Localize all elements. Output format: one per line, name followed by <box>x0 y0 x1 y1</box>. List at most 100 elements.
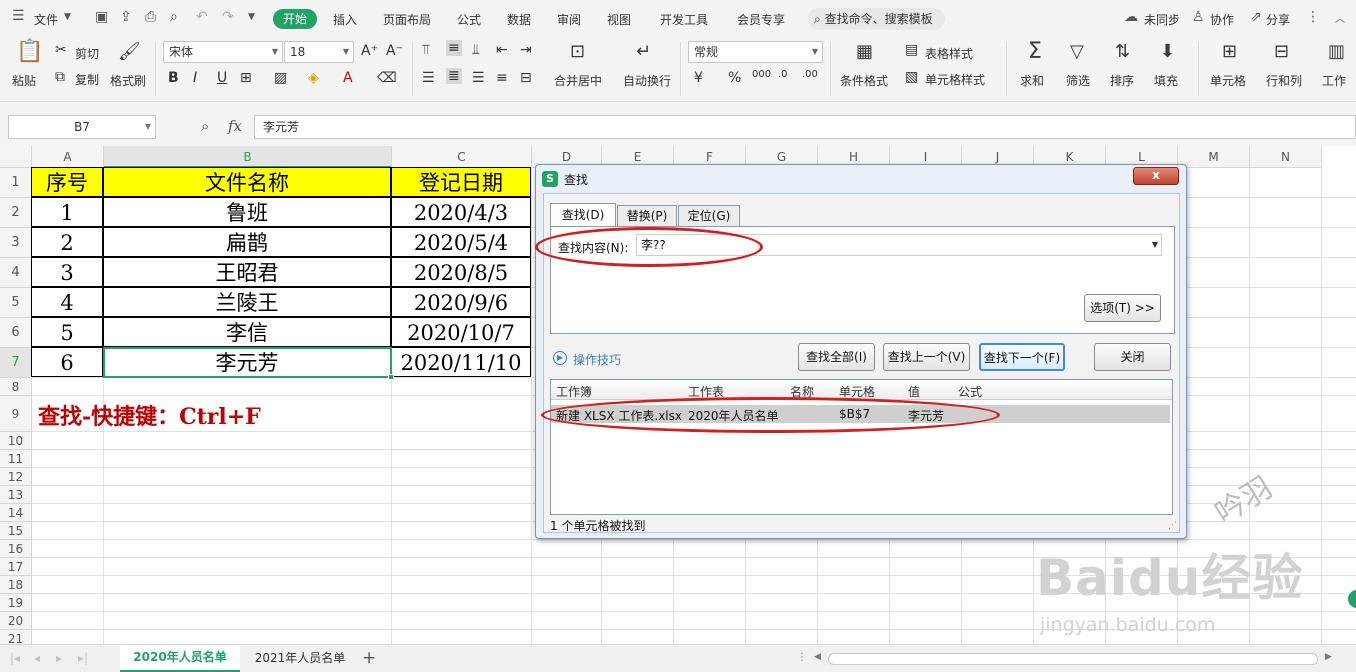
tab-home[interactable]: 开始 <box>273 9 317 29</box>
tab-review[interactable]: 审阅 <box>557 11 581 28</box>
select-all-corner[interactable] <box>0 146 32 168</box>
clear-format-icon[interactable]: ⌫ <box>377 70 397 86</box>
tab-member[interactable]: 会员专享 <box>737 11 785 28</box>
zoom-icon[interactable]: ⌕ <box>201 117 209 135</box>
cloud-sync-icon[interactable]: ☁ <box>1124 9 1138 25</box>
export-icon[interactable]: ⇪ <box>120 9 132 25</box>
format-painter-button[interactable]: 格式刷 <box>110 72 146 89</box>
scroll-right-icon[interactable]: ▶ <box>1325 652 1332 662</box>
merge-center-button[interactable]: 合并居中 <box>554 72 602 89</box>
header-cell[interactable]: 文件名称 <box>103 167 391 197</box>
data-cell[interactable]: 2020/4/3 <box>391 197 531 227</box>
sheet-tab-2020[interactable]: 2020年人员名单 <box>120 645 240 672</box>
data-cell[interactable]: 2020/11/10 <box>391 347 531 377</box>
fx-icon[interactable]: fx <box>228 117 242 135</box>
table-style-button[interactable]: 表格样式 <box>925 45 973 62</box>
cell-style-button[interactable]: 单元格样式 <box>925 71 985 88</box>
dialog-close-action-button[interactable]: 关闭 <box>1094 343 1171 371</box>
resize-grip-icon[interactable]: ⋰ <box>1168 521 1177 531</box>
sync-status[interactable]: 未同步 <box>1144 11 1180 28</box>
row-header-21[interactable]: 21 <box>0 630 32 644</box>
decrease-indent-icon[interactable]: ⇤ <box>496 42 508 58</box>
tab-page-layout[interactable]: 页面布局 <box>383 11 431 28</box>
more-options-icon[interactable]: ⋮ <box>1306 9 1320 25</box>
row-header-2[interactable]: 2 <box>0 198 32 228</box>
print-preview-icon[interactable]: ⌕ <box>170 9 178 25</box>
col-formula[interactable]: 公式 <box>958 383 982 400</box>
table-style-icon[interactable]: ▤ <box>905 42 918 58</box>
undo-icon[interactable]: ↶ <box>196 9 208 25</box>
italic-icon[interactable]: I <box>193 70 197 86</box>
align-middle-icon[interactable]: ≡ <box>446 40 462 56</box>
share-icon[interactable]: ⇗ <box>1250 9 1262 25</box>
fill-icon[interactable]: ⬇ <box>1160 42 1175 62</box>
row-header-17[interactable]: 17 <box>0 558 32 576</box>
row-header-4[interactable]: 4 <box>0 258 32 288</box>
fill-handle[interactable] <box>388 374 394 380</box>
increase-indent-icon[interactable]: ⇥ <box>520 42 532 58</box>
distributed-icon[interactable]: ⊟ <box>520 70 532 86</box>
last-sheet-icon[interactable]: ▸| <box>78 651 88 665</box>
header-cell[interactable]: 序号 <box>31 167 103 197</box>
fill-color-icon[interactable]: ◈ <box>308 70 319 86</box>
cell-style-icon[interactable]: ▧ <box>905 69 918 85</box>
sum-icon[interactable]: Σ <box>1028 41 1042 63</box>
data-cell[interactable]: 1 <box>31 197 103 227</box>
row-header-1[interactable]: 1 <box>0 168 32 198</box>
formula-input[interactable]: 李元芳 <box>254 115 1356 139</box>
row-header-15[interactable]: 15 <box>0 522 32 540</box>
data-cell[interactable]: 4 <box>31 287 103 317</box>
tab-insert[interactable]: 插入 <box>333 11 357 28</box>
shortcut-note[interactable]: 查找-快捷键：Ctrl+F <box>38 399 261 431</box>
data-cell[interactable]: 2 <box>31 227 103 257</box>
paste-icon[interactable]: 📋 <box>16 41 43 63</box>
collapse-ribbon-icon[interactable]: ︿ <box>1335 10 1345 25</box>
horizontal-scrollbar[interactable] <box>828 653 1318 665</box>
col-value[interactable]: 值 <box>908 383 920 400</box>
increase-decimal-icon[interactable]: .0 <box>778 69 788 80</box>
name-box[interactable]: B7 ▼ <box>8 115 156 139</box>
currency-icon[interactable]: ¥ <box>694 70 703 86</box>
row-header-5[interactable]: 5 <box>0 288 32 318</box>
wrap-text-button[interactable]: 自动换行 <box>623 72 671 89</box>
row-header-8[interactable]: 8 <box>0 378 32 396</box>
redo-icon[interactable]: ↷ <box>222 9 234 25</box>
tab-find[interactable]: 查找(D) <box>550 203 616 227</box>
font-size-select[interactable]: 18 ▼ <box>284 41 354 63</box>
next-sheet-icon[interactable]: ▸ <box>56 651 62 665</box>
find-previous-button[interactable]: 查找上一个(V) <box>883 343 970 371</box>
data-cell[interactable]: 2020/10/7 <box>391 317 531 347</box>
column-header-C[interactable]: C <box>392 146 532 168</box>
fill-button[interactable]: 填充 <box>1154 72 1178 89</box>
border-icon[interactable]: ⊞ <box>240 70 252 86</box>
cell-button[interactable]: 单元格 <box>1210 72 1246 89</box>
row-header-18[interactable]: 18 <box>0 576 32 594</box>
add-sheet-icon[interactable]: + <box>362 648 376 668</box>
data-cell[interactable]: 5 <box>31 317 103 347</box>
column-header-B[interactable]: B <box>104 146 392 168</box>
justify-icon[interactable]: ≡ <box>496 70 508 86</box>
data-cell[interactable]: 2020/9/6 <box>391 287 531 317</box>
merge-center-icon[interactable]: ⊡ <box>570 42 585 62</box>
conditional-format-button[interactable]: 条件格式 <box>840 72 888 89</box>
tab-view[interactable]: 视图 <box>607 11 631 28</box>
copy-button[interactable]: 复制 <box>75 71 99 88</box>
chevron-down-icon[interactable]: ▼ <box>1152 235 1158 255</box>
file-menu[interactable]: 文件 <box>34 11 58 28</box>
row-header-13[interactable]: 13 <box>0 486 32 504</box>
align-left-icon[interactable]: ☰ <box>422 70 435 86</box>
first-sheet-icon[interactable]: |◂ <box>10 651 20 665</box>
file-menu-chevron-icon[interactable]: ▼ <box>64 12 71 22</box>
sort-button[interactable]: 排序 <box>1110 72 1134 89</box>
worksheet-button[interactable]: 工作 <box>1322 72 1346 89</box>
play-circle-icon[interactable]: ▶ <box>553 351 567 365</box>
font-color-icon[interactable]: A <box>343 70 353 86</box>
hamburger-menu-icon[interactable]: ☰ <box>12 8 25 24</box>
find-next-button[interactable]: 查找下一个(F) <box>979 343 1065 371</box>
row-header-12[interactable]: 12 <box>0 468 32 486</box>
row-header-14[interactable]: 14 <box>0 504 32 522</box>
row-header-11[interactable]: 11 <box>0 450 32 468</box>
align-top-icon[interactable]: ⫪ <box>422 42 430 58</box>
scroll-left-icon[interactable]: ◀ <box>814 652 821 662</box>
bold-icon[interactable]: B <box>168 70 179 86</box>
